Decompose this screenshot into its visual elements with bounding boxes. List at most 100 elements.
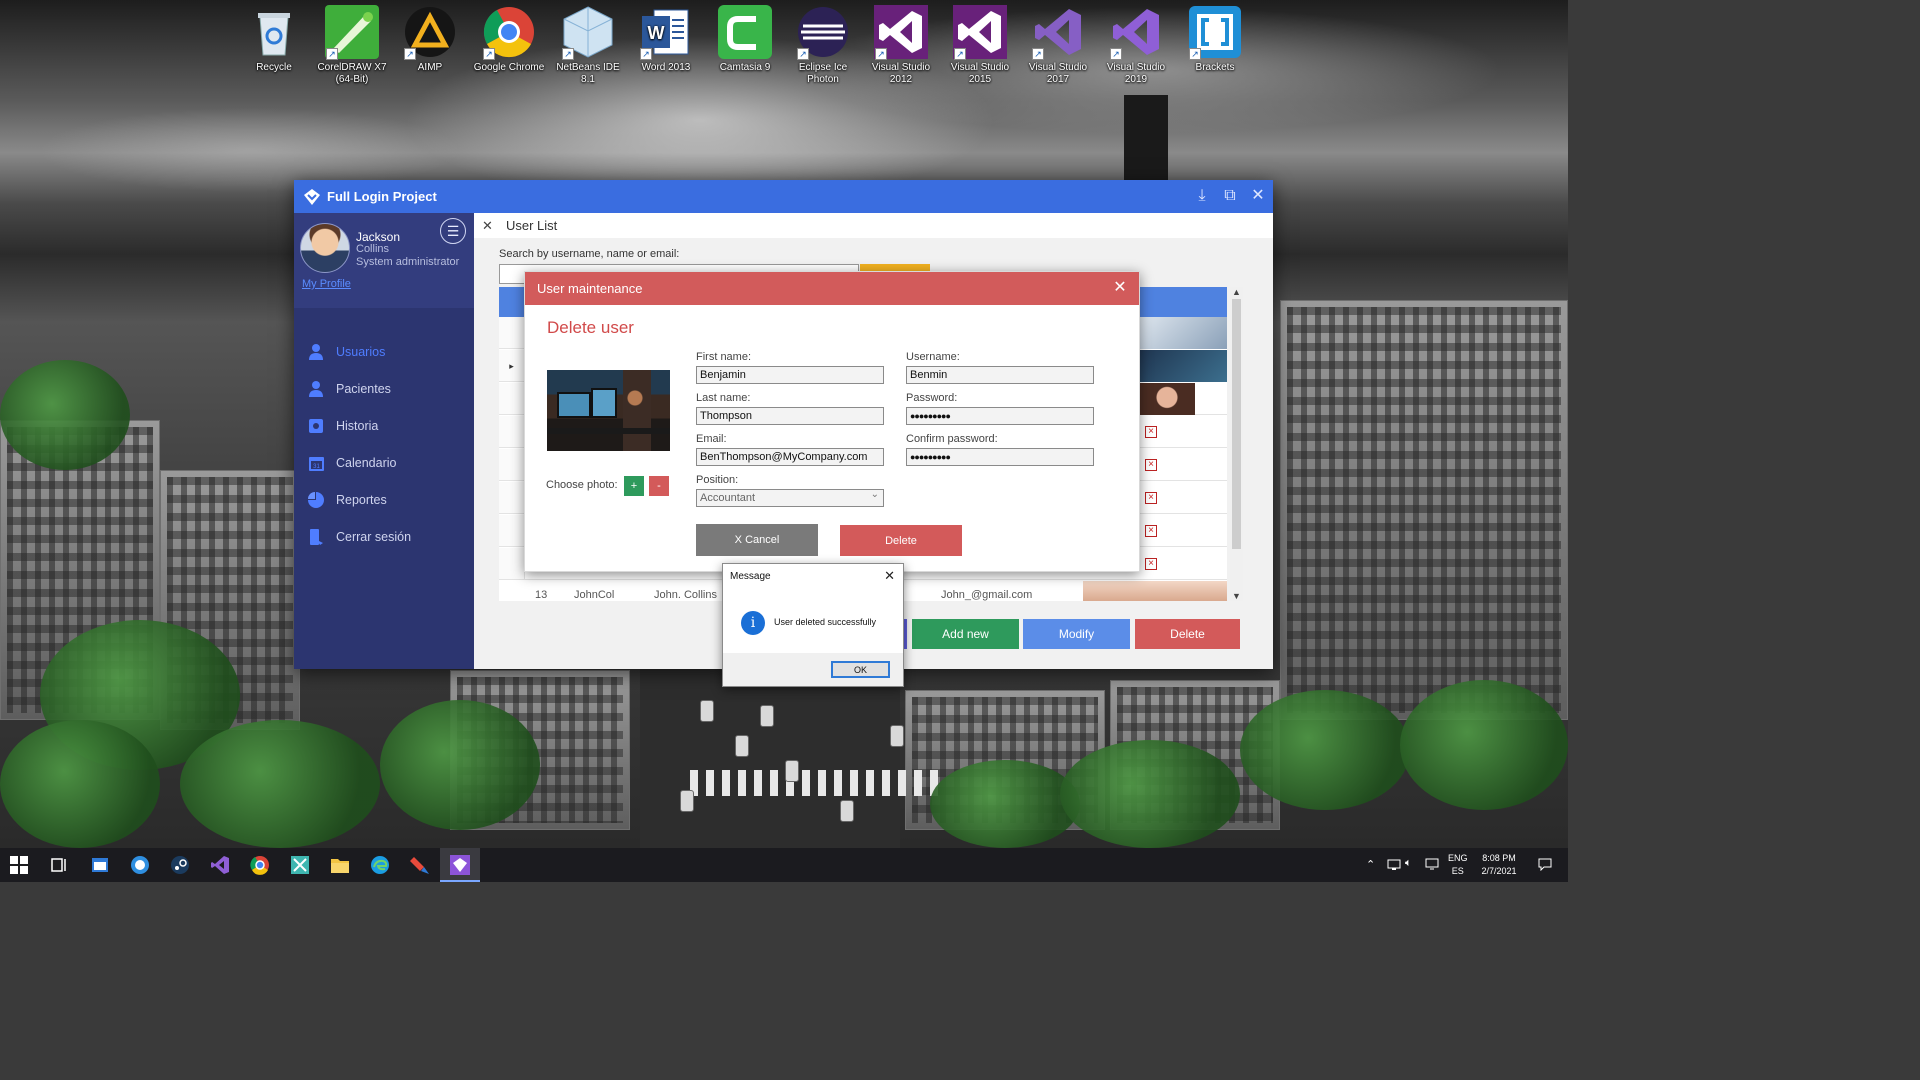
close-tab-icon[interactable]: ✕ bbox=[482, 218, 498, 234]
desktop-icon-recycle[interactable]: Recycle bbox=[234, 4, 314, 74]
remove-photo-button[interactable]: - bbox=[649, 476, 669, 496]
cancel-button[interactable]: X Cancel bbox=[696, 524, 818, 556]
scroll-up-icon[interactable]: ▲ bbox=[1230, 287, 1243, 297]
full-login-project-icon[interactable] bbox=[449, 854, 471, 876]
window-app-icon[interactable] bbox=[89, 854, 111, 876]
file-explorer-icon[interactable] bbox=[329, 854, 351, 876]
email-field[interactable]: BenThompson@MyCompany.com bbox=[696, 448, 884, 466]
ok-button[interactable]: OK bbox=[831, 661, 890, 678]
background-tree bbox=[0, 720, 160, 848]
sidebar-item-usuarios[interactable]: Usuarios bbox=[294, 333, 474, 370]
edge-icon[interactable] bbox=[369, 854, 391, 876]
close-icon[interactable]: ✕ bbox=[1111, 279, 1129, 297]
desktop-icon-aimp[interactable]: ↗ AIMP bbox=[390, 4, 470, 74]
desktop-icon-camtasia[interactable]: Camtasia 9 bbox=[705, 4, 785, 74]
background-car bbox=[760, 705, 774, 727]
profile-last-name: Collins bbox=[356, 243, 390, 255]
clock-time: 8:08 PM bbox=[1482, 853, 1516, 863]
netbeans-icon: ↗ bbox=[560, 4, 616, 60]
speaker-icon[interactable]: 🔈︎ bbox=[1405, 857, 1412, 891]
avatar bbox=[300, 223, 350, 273]
scroll-down-icon[interactable]: ▼ bbox=[1230, 591, 1243, 601]
steam-icon[interactable] bbox=[169, 854, 191, 876]
last-name-label: Last name: bbox=[696, 392, 751, 404]
message-dialog: Message ✕ i User deleted successfully OK bbox=[722, 563, 904, 687]
sidebar-item-cerrar-sesion[interactable]: Cerrar sesión bbox=[294, 518, 474, 555]
background-car bbox=[840, 800, 854, 822]
desktop-icon-chrome[interactable]: ↗ Google Chrome bbox=[469, 4, 549, 74]
desktop-icon-eclipse[interactable]: ↗ Eclipse Ice Photon bbox=[783, 4, 863, 86]
modify-button[interactable]: Modify bbox=[1023, 619, 1130, 649]
history-icon bbox=[308, 418, 324, 434]
background-tree bbox=[1060, 740, 1240, 848]
message-body: i User deleted successfully bbox=[723, 589, 903, 653]
paint-icon[interactable] bbox=[409, 854, 431, 876]
notifications-icon[interactable] bbox=[1538, 857, 1552, 891]
broken-image-icon: × bbox=[1145, 459, 1157, 471]
position-label: Position: bbox=[696, 474, 739, 486]
delete-button[interactable]: Delete bbox=[1135, 619, 1240, 649]
chrome-icon[interactable] bbox=[249, 854, 271, 876]
delete-user-button[interactable]: Delete bbox=[840, 525, 962, 556]
background-car bbox=[680, 790, 694, 812]
desktop-icon-vs2019[interactable]: ↗ Visual Studio 2019 bbox=[1096, 4, 1176, 86]
clock-date: 2/7/2021 bbox=[1481, 866, 1517, 876]
sidebar-item-label: Pacientes bbox=[336, 381, 391, 396]
desktop-icon-brackets[interactable]: ↗ Brackets bbox=[1175, 4, 1255, 74]
add-photo-button[interactable]: + bbox=[624, 476, 644, 496]
dialog-heading: Delete user bbox=[547, 318, 634, 337]
scrollbar-thumb[interactable] bbox=[1232, 299, 1241, 549]
sidebar-item-calendario[interactable]: 31 Calendario bbox=[294, 444, 474, 481]
display-icon[interactable] bbox=[1425, 857, 1439, 891]
username-field[interactable]: Benmin bbox=[906, 366, 1094, 384]
row-selector-icon bbox=[499, 416, 525, 447]
minimize-icon[interactable]: ⤓ bbox=[1192, 186, 1212, 206]
desktop-icon-label: NetBeans IDE 8.1 bbox=[556, 62, 620, 85]
sidebar-item-historia[interactable]: Historia bbox=[294, 407, 474, 444]
app-icon[interactable] bbox=[289, 854, 311, 876]
desktop-icon-label: Recycle bbox=[256, 62, 292, 73]
task-view-icon[interactable] bbox=[48, 854, 70, 876]
background-tree bbox=[1240, 690, 1410, 810]
taskbar: ⌃ 🔈︎ ENG ES 8:08 PM 2/7/2021 bbox=[0, 848, 1568, 882]
language-indicator[interactable]: ENG ES bbox=[1448, 853, 1468, 887]
sidebar-item-label: Usuarios bbox=[336, 344, 386, 359]
close-icon[interactable]: ✕ bbox=[884, 568, 895, 584]
add-new-button[interactable]: Add new bbox=[912, 619, 1019, 649]
cell-id: 13 bbox=[535, 589, 548, 601]
visual-studio-icon[interactable] bbox=[209, 854, 231, 876]
sidebar-item-reportes[interactable]: Reportes bbox=[294, 481, 474, 518]
desktop-icon-coreldraw[interactable]: ↗ CorelDRAW X7 (64-Bit) bbox=[312, 4, 392, 86]
desktop-icon-word[interactable]: W ↗ Word 2013 bbox=[626, 4, 706, 74]
desktop-icon-vs2012[interactable]: ↗ Visual Studio 2012 bbox=[861, 4, 941, 86]
my-profile-link[interactable]: My Profile bbox=[302, 278, 351, 290]
desktop-icon-label: Eclipse Ice Photon bbox=[798, 62, 848, 85]
sidebar-item-pacientes[interactable]: Pacientes bbox=[294, 370, 474, 407]
first-name-field[interactable]: Benjamin bbox=[696, 366, 884, 384]
background-crosswalk bbox=[690, 770, 940, 796]
table-scrollbar[interactable]: ▲ ▼ bbox=[1230, 287, 1243, 601]
visual-studio-icon: ↗ bbox=[873, 4, 929, 60]
background-tree bbox=[1400, 680, 1568, 810]
password-field[interactable]: ●●●●●●●●● bbox=[906, 407, 1094, 425]
background-car bbox=[890, 725, 904, 747]
confirm-password-field[interactable]: ●●●●●●●●● bbox=[906, 448, 1094, 466]
desktop-icon-vs2017[interactable]: ↗ Visual Studio 2017 bbox=[1018, 4, 1098, 86]
background-car bbox=[785, 760, 799, 782]
close-icon[interactable]: ✕ bbox=[1248, 186, 1268, 206]
show-hidden-icons-icon[interactable]: ⌃ bbox=[1366, 858, 1375, 892]
skype-icon[interactable] bbox=[129, 854, 151, 876]
windows-start-icon[interactable] bbox=[8, 854, 30, 876]
message-text: User deleted successfully bbox=[774, 617, 877, 627]
network-icon[interactable] bbox=[1387, 857, 1401, 891]
position-select[interactable]: Accountant bbox=[696, 487, 884, 507]
clock[interactable]: 8:08 PM 2/7/2021 bbox=[1478, 853, 1520, 887]
maximize-icon[interactable]: ⧉ bbox=[1220, 186, 1240, 206]
desktop-icon-vs2015[interactable]: ↗ Visual Studio 2015 bbox=[940, 4, 1020, 86]
user-photo bbox=[1139, 317, 1227, 349]
cell-email: John_@gmail.com bbox=[941, 589, 1033, 601]
last-name-field[interactable]: Thompson bbox=[696, 407, 884, 425]
desktop-icon-netbeans[interactable]: ↗ NetBeans IDE 8.1 bbox=[548, 4, 628, 86]
broken-image-icon: × bbox=[1145, 426, 1157, 438]
hamburger-menu-icon[interactable]: ☰ bbox=[440, 218, 466, 244]
